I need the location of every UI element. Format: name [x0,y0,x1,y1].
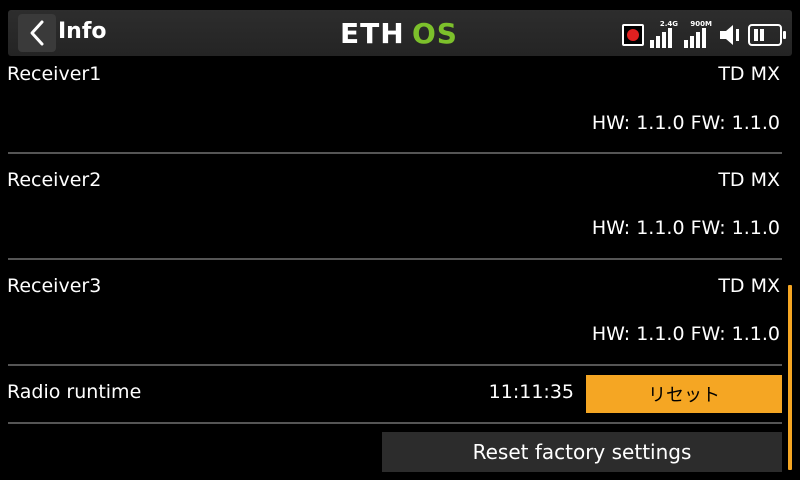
divider [8,152,782,154]
page-title: Info [58,19,107,44]
scrollbar[interactable] [788,285,792,470]
header: Info ETH OS 2.4G 900M [0,0,800,62]
receiver2-version: HW: 1.1.0 FW: 1.1.0 [591,217,780,239]
receiver3-model: TD MX [718,275,780,297]
receiver1-label: Receiver1 [7,63,102,85]
signal-900m-icon: 900M [684,20,712,52]
receiver1-version: HW: 1.1.0 FW: 1.1.0 [591,112,780,134]
svg-text:ETH: ETH [340,17,405,47]
receiver2-label: Receiver2 [7,169,102,191]
back-button[interactable] [18,14,56,52]
status-icons: 2.4G 900M [622,16,786,52]
divider [8,364,782,366]
divider [8,258,782,260]
receiver1-model: TD MX [718,63,780,85]
receiver3-label: Receiver3 [7,275,102,297]
battery-icon [748,24,786,46]
runtime-label: Radio runtime [7,381,142,403]
receiver2-model: TD MX [718,169,780,191]
svg-text:OS: OS [412,17,458,47]
divider [8,422,782,424]
receiver3-version: HW: 1.1.0 FW: 1.1.0 [591,323,780,345]
ethos-logo: ETH OS [340,17,458,47]
runtime-value: 11:11:35 [488,381,574,403]
signal-24g-icon: 2.4G [650,20,678,52]
title-bar: Info ETH OS 2.4G 900M [8,10,792,56]
record-icon [622,24,644,46]
chevron-left-icon [30,20,44,46]
reset-factory-settings-button[interactable]: Reset factory settings [382,432,782,472]
runtime-reset-button[interactable]: リセット [586,375,782,413]
volume-icon [720,25,739,45]
